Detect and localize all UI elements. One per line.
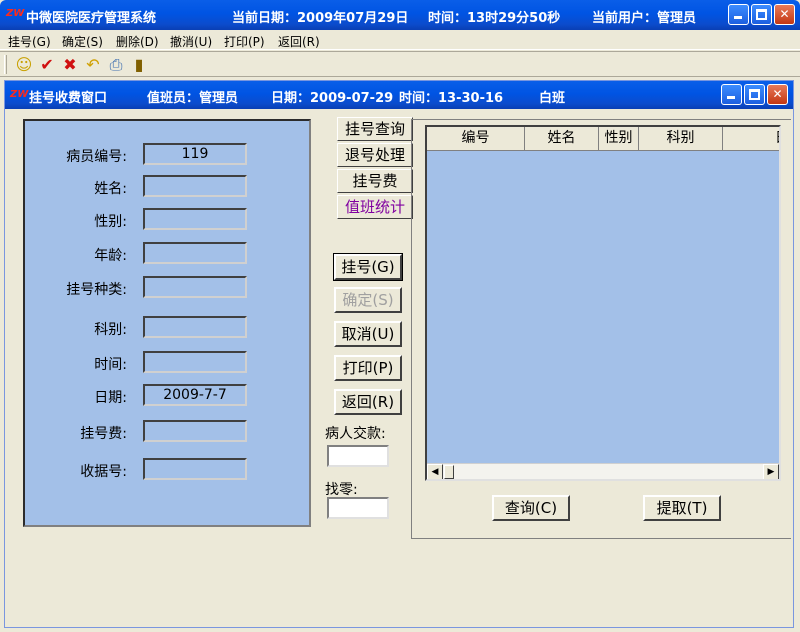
registration-window: ZW 挂号收费窗口 值班员：管理员 日期：2009-07-29 时间：13-30…	[4, 80, 794, 628]
gender-field[interactable]	[143, 208, 247, 230]
patient-form-panel: 病员编号: 119 姓名: 性别: 年龄: 挂号种类: 科别: 时间: 日期: …	[23, 119, 311, 527]
menu-register[interactable]: 挂号(G)	[8, 33, 51, 50]
fetch-button[interactable]: 提取(T)	[643, 495, 721, 521]
registration-type-field[interactable]	[143, 276, 247, 298]
window-date: 日期：2009-07-29	[271, 91, 394, 106]
date-field[interactable]: 2009-7-7	[143, 384, 247, 406]
window-logo-icon: ZW	[10, 89, 29, 100]
grid-column-gender[interactable]: 性别	[599, 127, 639, 151]
grid-column-name[interactable]: 姓名	[525, 127, 599, 151]
date-label: 日期:	[94, 390, 127, 406]
time-label: 时间:	[94, 357, 127, 373]
minimize-icon	[734, 16, 742, 19]
maximize-button[interactable]	[751, 4, 772, 25]
maximize-icon	[756, 9, 767, 20]
age-label: 年龄:	[94, 248, 127, 264]
exit-icon[interactable]: ▮	[129, 55, 149, 75]
child-maximize-button[interactable]	[744, 84, 765, 105]
toolbar: ☺ ✔ ✖ ↶ ⎙ ▮	[0, 51, 800, 77]
minimize-icon	[727, 96, 735, 99]
patient-id-label: 病员编号:	[66, 149, 127, 165]
time-field[interactable]	[143, 351, 247, 373]
grid-column-department[interactable]: 科别	[639, 127, 723, 151]
scroll-left-icon[interactable]: ◀	[427, 464, 443, 479]
scroll-thumb[interactable]	[444, 465, 454, 479]
app-logo-icon: ZW	[6, 8, 25, 19]
tab-refund-processing[interactable]: 退号处理	[337, 143, 413, 167]
gender-label: 性别:	[94, 214, 127, 230]
check-icon[interactable]: ✔	[37, 55, 57, 75]
registration-fee-field[interactable]	[143, 420, 247, 442]
child-close-button[interactable]: ✕	[767, 84, 788, 105]
undo-icon[interactable]: ↶	[83, 55, 103, 75]
department-label: 科别:	[94, 322, 127, 338]
shift-label: 白班	[539, 91, 566, 106]
tab-registration-query[interactable]: 挂号查询	[337, 117, 413, 141]
patient-payment-input[interactable]	[327, 445, 389, 467]
receipt-number-label: 收据号:	[80, 464, 127, 480]
cancel-button[interactable]: 取消(U)	[334, 321, 402, 347]
name-label: 姓名:	[94, 181, 127, 197]
registration-type-label: 挂号种类:	[66, 282, 127, 298]
query-button[interactable]: 查询(C)	[492, 495, 570, 521]
menu-print[interactable]: 打印(P)	[224, 33, 265, 50]
close-button[interactable]: ✕	[774, 4, 795, 25]
tab-shift-statistics[interactable]: 值班统计	[337, 195, 413, 219]
main-title-bar: ZW 中微医院医疗管理系统 当前日期：2009年07月29日 时间：13时29分…	[0, 0, 800, 30]
registration-window-title-bar: ZW 挂号收费窗口 值班员：管理员 日期：2009-07-29 时间：13-30…	[5, 81, 793, 109]
grid-horizontal-scrollbar[interactable]: ◀ ▶	[427, 463, 779, 479]
toolbar-grip	[4, 55, 7, 74]
current-user: 当前用户：管理员	[592, 11, 697, 26]
smiley-icon[interactable]: ☺	[14, 55, 34, 75]
operator-label: 值班员：管理员	[147, 91, 239, 106]
delete-icon[interactable]: ✖	[60, 55, 80, 75]
window-time: 时间：13-30-16	[399, 91, 504, 106]
close-icon: ✕	[772, 87, 783, 101]
maximize-icon	[749, 89, 760, 100]
receipt-number-field[interactable]	[143, 458, 247, 480]
grid-column-id[interactable]: 编号	[427, 127, 525, 151]
grid-header: 编号 姓名 性别 科别 日期	[427, 127, 779, 151]
patient-payment-label: 病人交款:	[325, 426, 386, 442]
change-label: 找零:	[325, 482, 358, 498]
menu-bar: 挂号(G) 确定(S) 删除(D) 撤消(U) 打印(P) 返回(R)	[0, 30, 800, 50]
menu-back[interactable]: 返回(R)	[278, 33, 320, 50]
app-title: 中微医院医疗管理系统	[26, 11, 157, 26]
current-date: 当前日期：2009年07月29日	[232, 11, 409, 26]
print-button[interactable]: 打印(P)	[334, 355, 402, 381]
menu-delete[interactable]: 删除(D)	[116, 33, 159, 50]
window-title: 挂号收费窗口	[29, 91, 108, 106]
scroll-right-icon[interactable]: ▶	[763, 464, 779, 479]
change-input[interactable]	[327, 497, 389, 519]
registration-grid[interactable]: 编号 姓名 性别 科别 日期 ◀ ▶	[425, 125, 781, 481]
confirm-button[interactable]: 确定(S)	[334, 287, 402, 313]
print-icon[interactable]: ⎙	[106, 55, 126, 75]
patient-id-field[interactable]: 119	[143, 143, 247, 165]
menu-confirm[interactable]: 确定(S)	[62, 33, 103, 50]
close-icon: ✕	[779, 7, 790, 21]
current-time: 时间：13时29分50秒	[428, 11, 561, 26]
minimize-button[interactable]	[728, 4, 749, 25]
grid-column-date[interactable]: 日期	[723, 127, 779, 151]
child-minimize-button[interactable]	[721, 84, 742, 105]
department-field[interactable]	[143, 316, 247, 338]
back-button[interactable]: 返回(R)	[334, 389, 402, 415]
name-field[interactable]	[143, 175, 247, 197]
menu-undo[interactable]: 撤消(U)	[170, 33, 212, 50]
age-field[interactable]	[143, 242, 247, 264]
registration-fee-label: 挂号费:	[80, 426, 127, 442]
register-button[interactable]: 挂号(G)	[333, 253, 403, 281]
tab-registration-fee[interactable]: 挂号费	[337, 169, 413, 193]
